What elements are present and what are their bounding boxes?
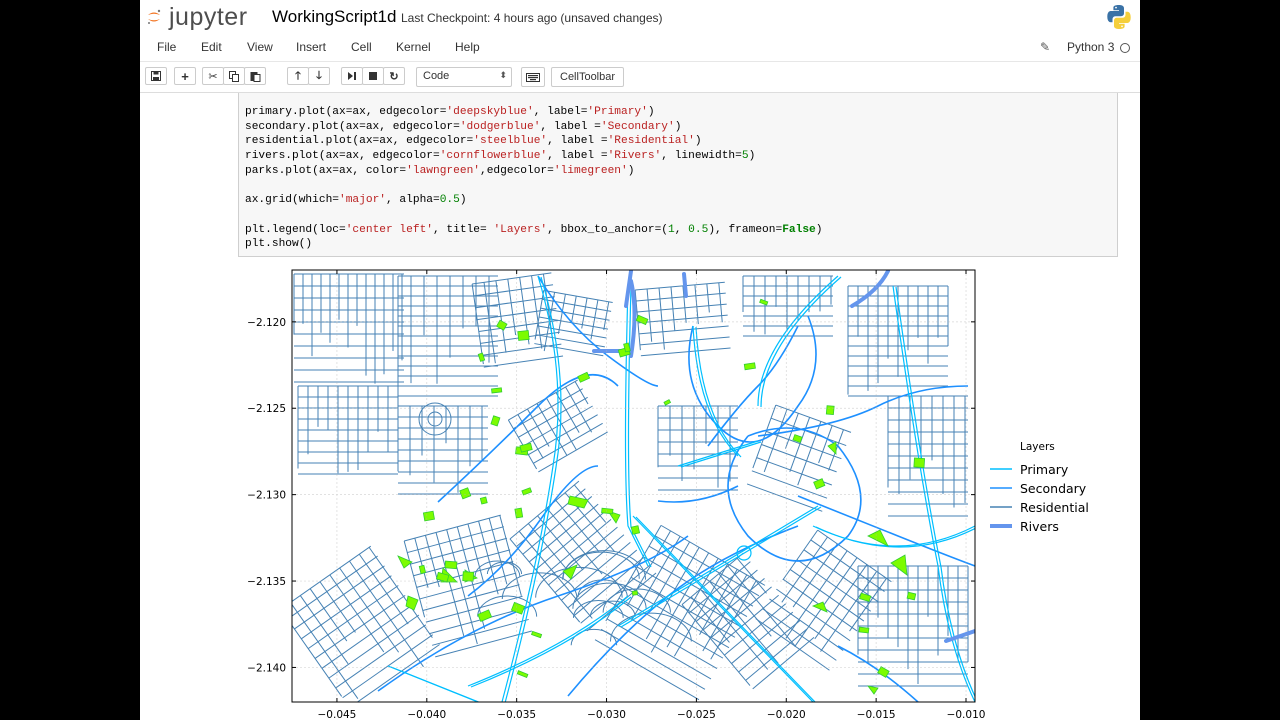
save-button[interactable] (145, 67, 167, 85)
legend-title: Layers (1020, 441, 1055, 453)
refresh-icon: ↻ (389, 70, 399, 83)
x-tick-label: −0.025 (677, 709, 716, 720)
x-tick-label: −0.030 (587, 709, 626, 720)
notebook-page: jupyter WorkingScript1d Last Checkpoint:… (140, 0, 1140, 720)
paste-icon (250, 71, 260, 82)
menu-help[interactable]: Help (455, 40, 480, 54)
code-editor[interactable]: primary.plot(ax=ax, edgecolor='deepskybl… (245, 105, 822, 252)
copy-icon (228, 70, 239, 82)
cut-button[interactable]: ✂ (202, 67, 224, 85)
menu-edit[interactable]: Edit (201, 40, 222, 54)
legend-label: Primary (1020, 462, 1069, 477)
legend-label: Rivers (1020, 519, 1059, 534)
python-logo-icon (1107, 5, 1131, 29)
code-cell[interactable]: primary.plot(ax=ax, edgecolor='deepskybl… (238, 93, 1118, 257)
menu-file[interactable]: File (157, 40, 176, 54)
code-line: primary.plot(ax=ax, edgecolor='deepskybl… (245, 106, 655, 118)
select-arrows-icon: ⬍ (499, 70, 507, 80)
code-line: parks.plot(ax=ax, color='lawngreen',edge… (245, 164, 635, 177)
legend-label: Secondary (1020, 481, 1087, 496)
command-palette-button[interactable] (521, 67, 545, 87)
x-tick-label: −0.045 (318, 709, 357, 720)
kernel-status-icon (1120, 43, 1130, 53)
output-area: −0.045 −0.040 −0.035 −0.030 −0.025 −0.020 −0.0… (238, 266, 1118, 720)
arrow-up-icon: 🡑 (295, 69, 301, 82)
code-line: plt.legend(loc='center left', title= 'La… (245, 223, 823, 236)
stop-icon (369, 72, 377, 80)
interrupt-button[interactable] (362, 67, 384, 85)
cell-type-select[interactable]: Code ⬍ (416, 67, 512, 87)
checkpoint-status: Last Checkpoint: 4 hours ago (unsaved ch… (401, 11, 663, 25)
notebook-title[interactable]: WorkingScript1d (272, 7, 396, 27)
paste-button[interactable] (244, 67, 266, 85)
y-tick-label: −2.140 (247, 662, 286, 674)
menu-kernel[interactable]: Kernel (396, 40, 431, 54)
y-tick-label: −2.125 (247, 403, 286, 415)
celltoolbar-button[interactable]: CellToolbar (551, 67, 625, 87)
toolbar: + ✂ 🡑 🡓 ↻ Code ⬍ CellToolbar (140, 62, 1140, 93)
x-tick-label: −0.015 (857, 709, 896, 720)
code-line: plt.show() (245, 238, 313, 251)
map-plot: −0.045 −0.040 −0.035 −0.030 −0.025 −0.020 −0.0… (247, 269, 1089, 720)
restart-button[interactable]: ↻ (383, 67, 405, 85)
y-tick-label: −2.130 (247, 490, 286, 502)
plus-icon: + (181, 68, 189, 84)
x-tick-label: −0.010 (947, 709, 986, 720)
legend: Layers Primary Secondary Residential Rivers (990, 441, 1089, 534)
y-tick-label: −2.135 (247, 576, 286, 588)
menu-bar: File Edit View Insert Cell Kernel Help ✎… (140, 35, 1140, 62)
keyboard-icon (526, 72, 540, 82)
edit-mode-pencil-icon: ✎ (1040, 40, 1051, 54)
cut-icon: ✂ (208, 70, 218, 83)
jupyter-logo[interactable]: jupyter (144, 3, 269, 31)
kernel-name: Python 3 (1067, 40, 1115, 54)
run-button[interactable] (341, 67, 363, 85)
insert-cell-button[interactable]: + (174, 67, 196, 85)
copy-button[interactable] (223, 67, 245, 85)
header: jupyter WorkingScript1d Last Checkpoint:… (140, 0, 1140, 35)
y-tick-label: −2.120 (247, 317, 286, 329)
code-line: secondary.plot(ax=ax, edgecolor='dodgerb… (245, 120, 682, 133)
jupyter-logo-text: jupyter (169, 3, 248, 31)
jupyter-orb-icon (148, 9, 161, 24)
x-tick-label: −0.020 (767, 709, 806, 720)
x-tick-label: −0.035 (497, 709, 536, 720)
menu-view[interactable]: View (247, 40, 273, 54)
move-down-button[interactable]: 🡓 (308, 67, 330, 85)
code-line: rivers.plot(ax=ax, edgecolor='cornflower… (245, 150, 756, 163)
move-up-button[interactable]: 🡑 (287, 67, 309, 85)
notebook-container: primary.plot(ax=ax, edgecolor='deepskybl… (140, 93, 1140, 720)
code-line: ax.grid(which='major', alpha=0.5) (245, 194, 467, 207)
menu-cell[interactable]: Cell (351, 40, 372, 54)
step-forward-icon (348, 72, 356, 80)
save-icon (151, 71, 161, 81)
arrow-down-icon: 🡓 (316, 69, 322, 82)
code-line: residential.plot(ax=ax, edgecolor='steel… (245, 135, 702, 148)
legend-label: Residential (1020, 500, 1089, 515)
cell-type-value: Code (423, 70, 450, 82)
menu-insert[interactable]: Insert (296, 40, 326, 54)
x-tick-label: −0.040 (407, 709, 446, 720)
